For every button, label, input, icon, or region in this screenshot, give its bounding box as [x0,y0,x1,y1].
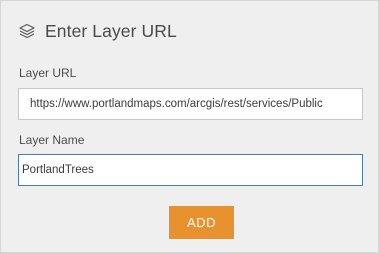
enter-layer-url-panel: Enter Layer URL Layer URL Layer Name ADD [0,0,379,253]
layer-url-input[interactable] [18,88,363,120]
layer-url-label: Layer URL [19,66,77,80]
panel-header: Enter Layer URL [18,19,177,43]
add-button[interactable]: ADD [169,206,234,239]
layer-name-input[interactable] [18,154,363,186]
panel-title: Enter Layer URL [45,20,177,41]
layer-name-label: Layer Name [19,133,85,147]
layers-icon [18,22,36,40]
